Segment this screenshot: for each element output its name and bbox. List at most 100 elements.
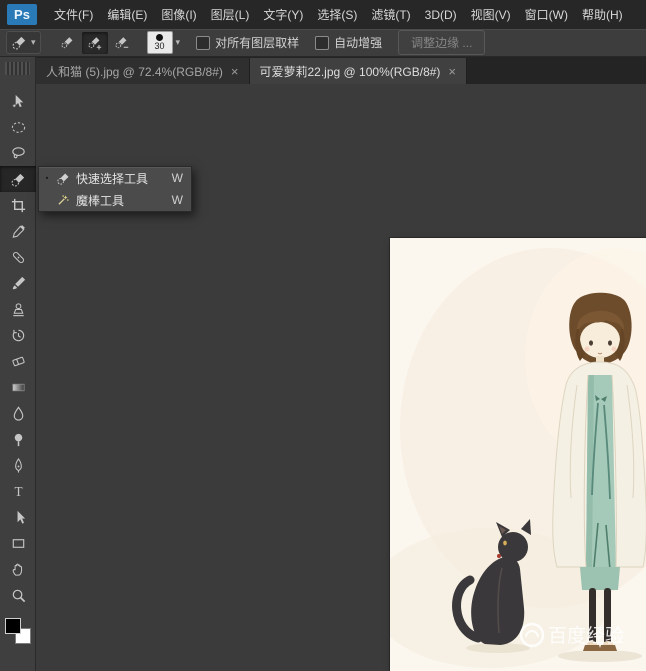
marquee-tool[interactable]: [0, 114, 36, 140]
eraser-tool-icon: [10, 353, 27, 370]
tool-flyout-menu: ▪ 快速选择工具 W 魔棒工具 W: [38, 166, 192, 212]
menu-view[interactable]: 视图(V): [464, 0, 518, 29]
close-tab-icon[interactable]: ×: [231, 64, 239, 79]
zoom-tool-icon: [10, 587, 27, 604]
path-selection-tool-icon: [10, 509, 27, 526]
pen-tool[interactable]: [0, 452, 36, 478]
quick-selection-tool-icon: [10, 171, 27, 188]
menu-type[interactable]: 文字(Y): [256, 0, 310, 29]
clone-stamp-tool-icon: [10, 301, 27, 318]
subtract-from-selection-icon: [114, 35, 130, 51]
brush-size-picker[interactable]: 30 ▾: [147, 31, 181, 54]
checkbox-icon: [196, 36, 210, 50]
magic-wand-icon: [56, 193, 71, 208]
quick-selection-tool[interactable]: [0, 166, 36, 192]
history-brush-tool-icon: [10, 327, 27, 344]
new-selection-icon: [60, 35, 76, 51]
menu-select[interactable]: 选择(S): [310, 0, 364, 29]
clone-stamp-tool[interactable]: [0, 296, 36, 322]
menu-file[interactable]: 文件(F): [47, 0, 100, 29]
dropdown-caret-icon: ▾: [31, 38, 36, 47]
lasso-tool[interactable]: [0, 140, 36, 166]
dodge-tool-icon: [10, 431, 27, 448]
crop-tool-icon: [10, 197, 27, 214]
flyout-item-shortcut: W: [172, 193, 183, 207]
selection-mode-group: [55, 32, 135, 54]
pen-tool-icon: [10, 457, 27, 474]
quick-selection-icon: [56, 171, 71, 186]
menu-item-magic-wand-tool[interactable]: 魔棒工具 W: [39, 189, 191, 211]
brush-tool-icon: [10, 275, 27, 292]
history-brush-tool[interactable]: [0, 322, 36, 348]
tool-preset-picker[interactable]: ▾: [6, 31, 41, 54]
dropdown-caret-icon: ▾: [176, 38, 181, 47]
dodge-tool[interactable]: [0, 426, 36, 452]
tab-document-1[interactable]: 人和猫 (5).jpg @ 72.4%(RGB/8#) ×: [36, 58, 250, 84]
flyout-item-shortcut: W: [172, 171, 183, 185]
hand-tool-icon: [10, 561, 27, 578]
menu-3d[interactable]: 3D(D): [418, 0, 464, 29]
lasso-tool-icon: [10, 145, 27, 162]
subtract-from-selection-button[interactable]: [109, 32, 135, 54]
menu-edit[interactable]: 编辑(E): [100, 0, 154, 29]
add-to-selection-icon: [87, 35, 103, 51]
flyout-item-label: 快速选择工具: [76, 170, 167, 187]
sample-all-layers-checkbox[interactable]: 对所有图层取样: [196, 34, 299, 51]
quick-selection-icon: [11, 34, 28, 51]
foreground-color-swatch[interactable]: [5, 618, 21, 634]
options-bar: ▾: [0, 29, 646, 57]
watermark-text: 百度经验: [548, 625, 624, 647]
refine-edge-button[interactable]: 调整边缘 ...: [398, 30, 485, 55]
gradient-tool-icon: [10, 379, 27, 396]
zoom-tool[interactable]: [0, 582, 36, 608]
tab-title: 可爱萝莉22.jpg @ 100%(RGB/8#): [260, 63, 441, 80]
eyedropper-tool-icon: [10, 223, 27, 240]
menu-bar: Ps 文件(F) 编辑(E) 图像(I) 图层(L) 文字(Y) 选择(S) 滤…: [0, 0, 646, 30]
menu-layer[interactable]: 图层(L): [204, 0, 257, 29]
auto-enhance-label: 自动增强: [334, 34, 382, 51]
healing-brush-tool-icon: [10, 249, 27, 266]
move-tool[interactable]: [0, 88, 36, 114]
close-tab-icon[interactable]: ×: [448, 64, 456, 79]
tools-panel: T: [0, 57, 36, 671]
marquee-tool-icon: [10, 119, 27, 136]
sample-all-layers-label: 对所有图层取样: [215, 34, 299, 51]
menu-window[interactable]: 窗口(W): [518, 0, 575, 29]
svg-text:T: T: [14, 483, 22, 498]
tab-title: 人和猫 (5).jpg @ 72.4%(RGB/8#): [46, 63, 223, 80]
document-tab-bar: 人和猫 (5).jpg @ 72.4%(RGB/8#) × 可爱萝莉22.jpg…: [36, 57, 646, 84]
eraser-tool[interactable]: [0, 348, 36, 374]
crop-tool[interactable]: [0, 192, 36, 218]
menu-help[interactable]: 帮助(H): [575, 0, 630, 29]
shape-tool-icon: [10, 535, 27, 552]
add-to-selection-button[interactable]: [82, 32, 108, 54]
tab-document-2[interactable]: 可爱萝莉22.jpg @ 100%(RGB/8#) ×: [250, 58, 468, 84]
gradient-tool[interactable]: [0, 374, 36, 400]
new-selection-button[interactable]: [55, 32, 81, 54]
blur-tool[interactable]: [0, 400, 36, 426]
app-logo: Ps: [7, 4, 37, 25]
healing-brush-tool[interactable]: [0, 244, 36, 270]
menu-item-quick-selection-tool[interactable]: ▪ 快速选择工具 W: [39, 167, 191, 189]
brush-tool[interactable]: [0, 270, 36, 296]
blur-tool-icon: [10, 405, 27, 422]
menu-image[interactable]: 图像(I): [154, 0, 203, 29]
current-tool-marker: ▪: [43, 175, 51, 182]
checkbox-icon: [315, 36, 329, 50]
brush-size-value: 30: [155, 42, 165, 51]
hand-tool[interactable]: [0, 556, 36, 582]
type-tool[interactable]: T: [0, 478, 36, 504]
eyedropper-tool[interactable]: [0, 218, 36, 244]
move-tool-icon: [10, 93, 27, 110]
photoshop-window: Ps 文件(F) 编辑(E) 图像(I) 图层(L) 文字(Y) 选择(S) 滤…: [0, 0, 646, 671]
path-selection-tool[interactable]: [0, 504, 36, 530]
brush-tip-preview: 30: [147, 31, 173, 54]
flyout-item-label: 魔棒工具: [76, 192, 167, 209]
panel-grip[interactable]: [5, 62, 30, 75]
type-tool-icon: T: [10, 483, 27, 500]
shape-tool[interactable]: [0, 530, 36, 556]
color-swatches: [5, 618, 31, 644]
menu-filter[interactable]: 滤镜(T): [364, 0, 417, 29]
auto-enhance-checkbox[interactable]: 自动增强: [315, 34, 382, 51]
document-image[interactable]: 百度经验: [390, 238, 646, 671]
